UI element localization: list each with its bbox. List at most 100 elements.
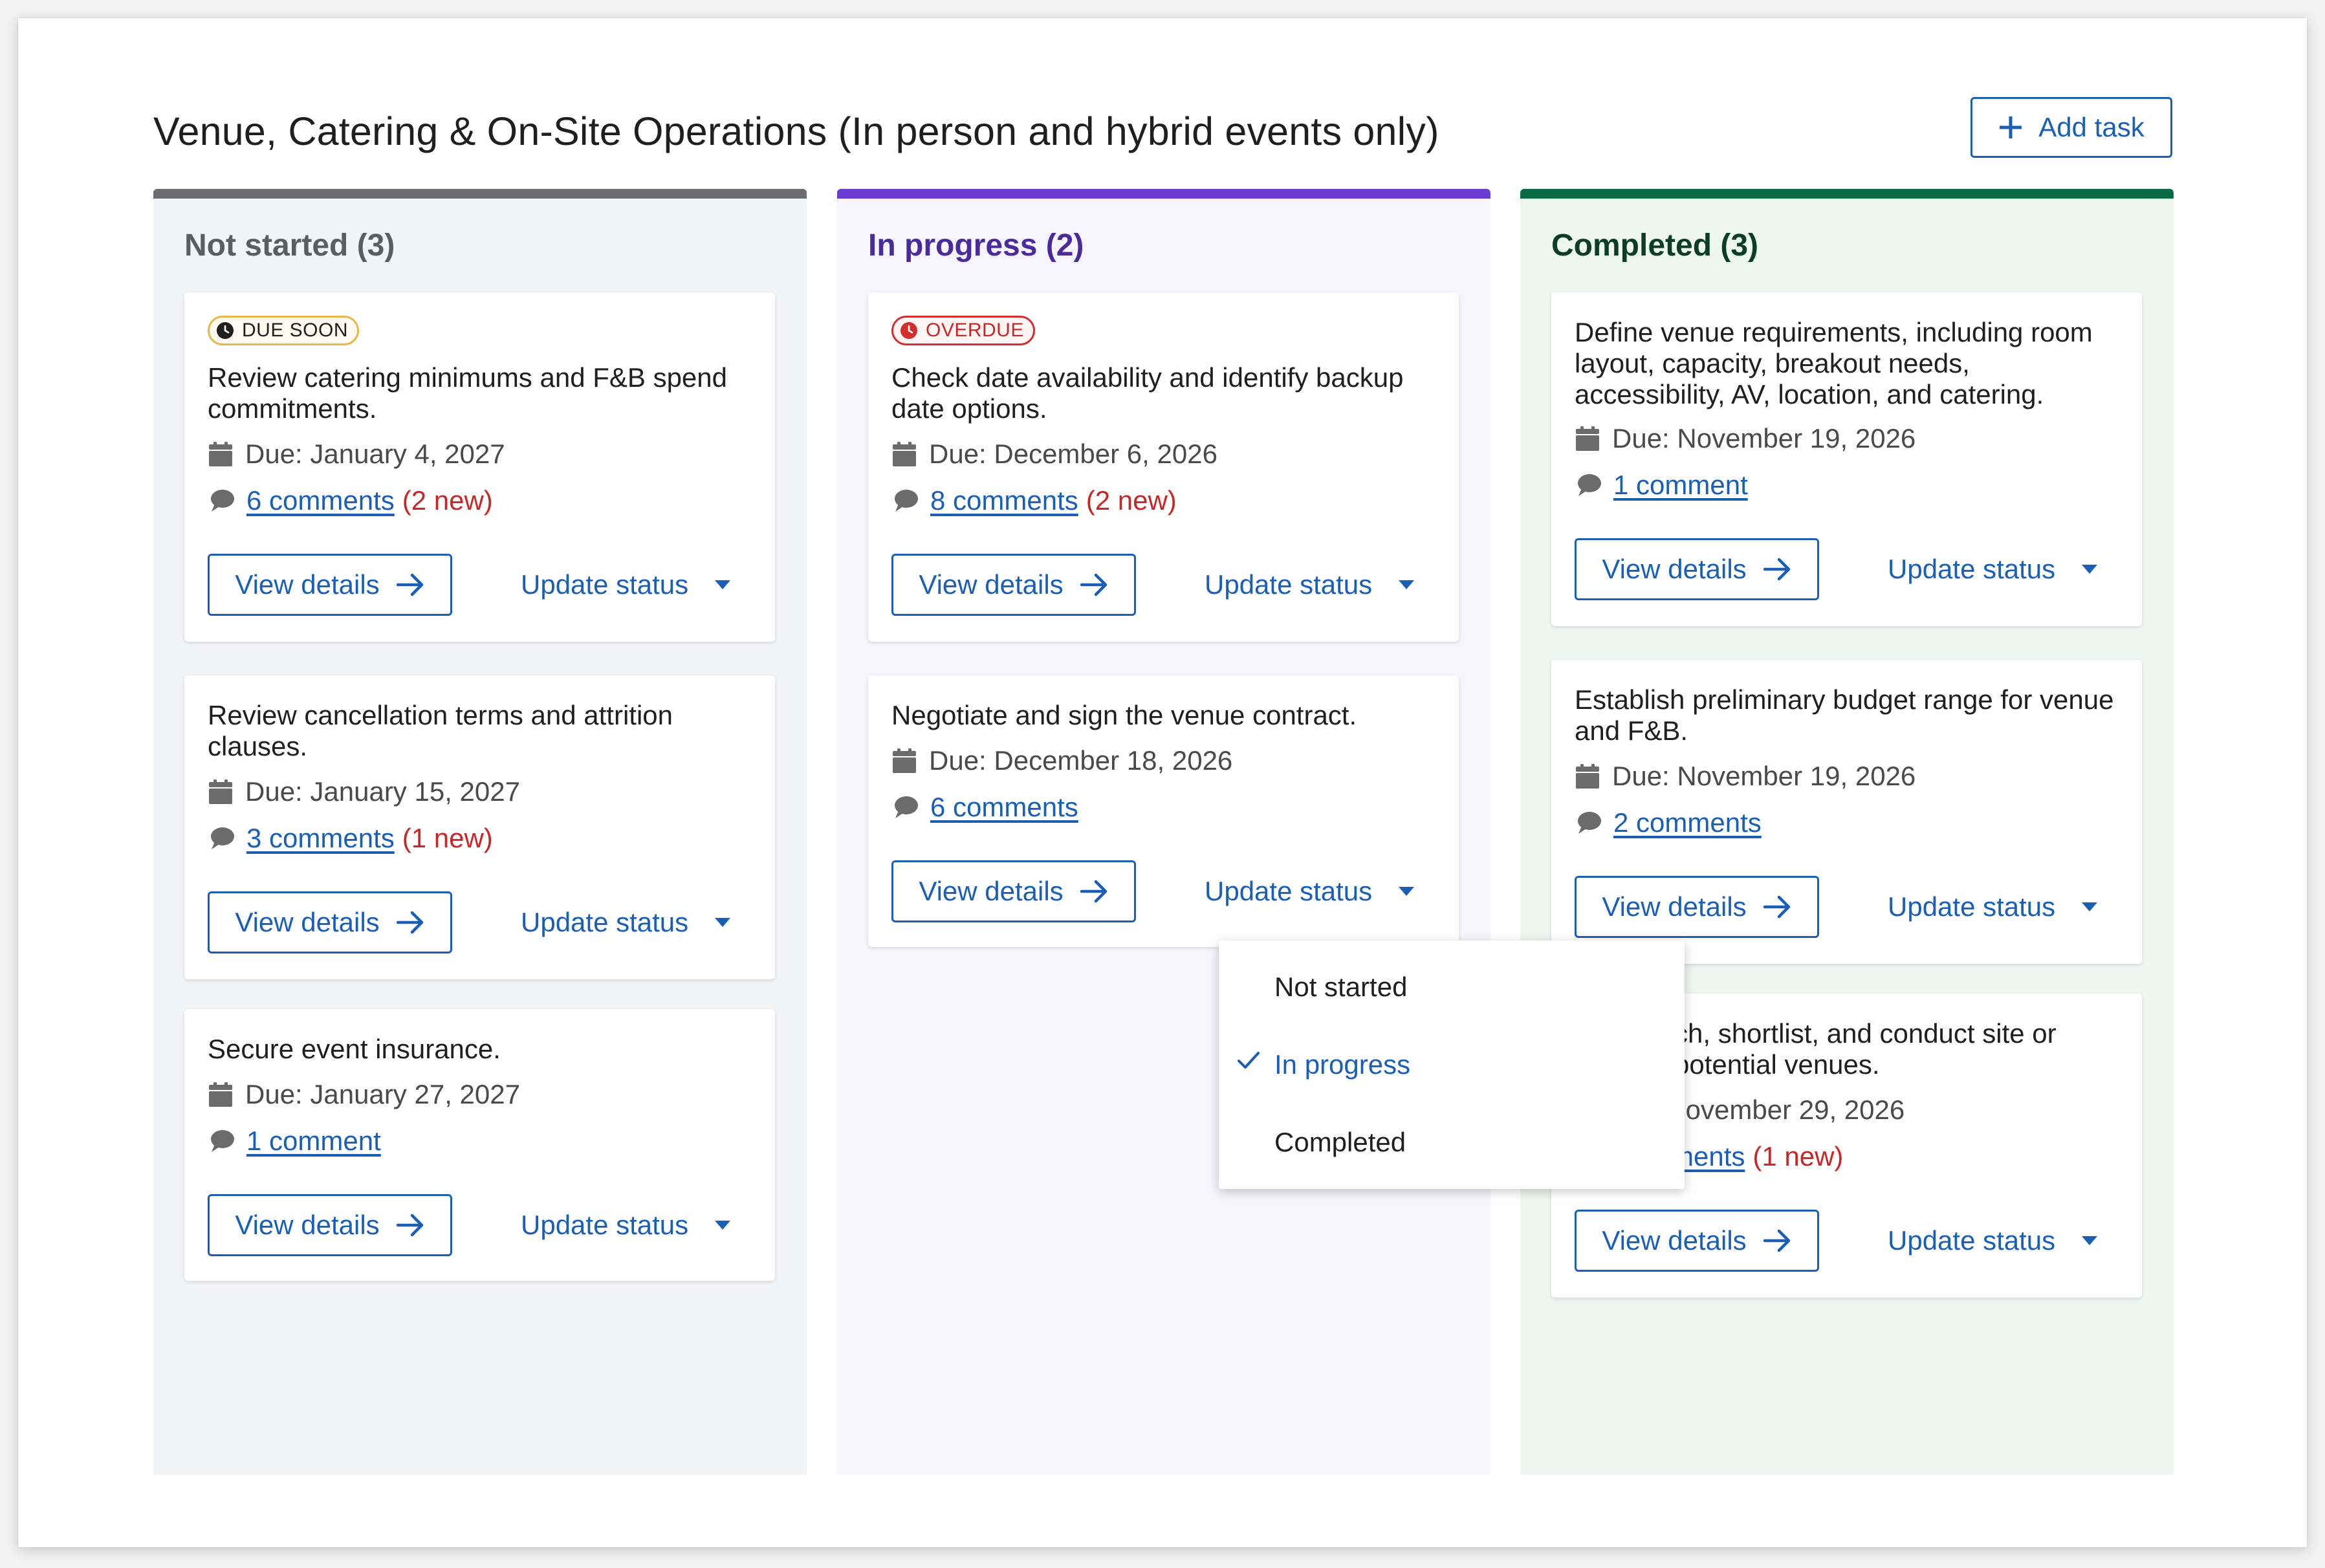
task-card: Negotiate and sign the venue contract. D… (868, 675, 1459, 947)
caret-down-icon (715, 580, 731, 589)
add-task-button[interactable]: Add task (1970, 97, 2172, 158)
view-details-button[interactable]: View details (1575, 538, 1819, 600)
status-option-in-progress[interactable]: In progress (1274, 1049, 1410, 1080)
view-details-label: View details (1602, 554, 1747, 584)
comments-link[interactable]: 6 comments (930, 792, 1078, 823)
status-option-not-started[interactable]: Not started (1274, 972, 1407, 1003)
update-status-label: Update status (521, 569, 689, 600)
view-details-button[interactable]: View details (891, 554, 1136, 616)
due-text: Due: January 4, 2027 (245, 439, 505, 469)
page-title: Venue, Catering & On-Site Operations (In… (153, 109, 1439, 153)
view-details-button[interactable]: View details (1575, 876, 1819, 938)
update-status-dropdown[interactable]: Update status (1205, 860, 1415, 922)
update-status-dropdown[interactable]: Update status (521, 891, 731, 953)
column-title: Not started (3) (184, 228, 395, 263)
caret-down-icon (2082, 902, 2098, 911)
new-comments-count: (1 new) (1752, 1141, 1844, 1171)
comments-link[interactable]: 3 comments (246, 823, 395, 854)
update-status-dropdown[interactable]: Update status (1888, 1210, 2098, 1272)
update-status-label: Update status (1888, 1225, 2056, 1256)
view-details-label: View details (1602, 1225, 1747, 1256)
due-text: Due: December 6, 2026 (929, 439, 1217, 469)
clock-icon (217, 322, 234, 339)
column-completed: Completed (3) Define venue requirements,… (1520, 189, 2174, 1475)
due-date: Due: January 4, 2027 (208, 439, 505, 470)
due-text: Due: January 15, 2027 (245, 776, 520, 807)
update-status-dropdown[interactable]: Update status (521, 1194, 731, 1256)
calendar-icon (209, 779, 232, 804)
comments-row: 8 comments (2 new) (891, 485, 1177, 516)
caret-down-icon (2082, 1236, 2098, 1245)
badge-label: OVERDUE (926, 320, 1024, 341)
view-details-button[interactable]: View details (208, 554, 452, 616)
caret-down-icon (1399, 887, 1415, 896)
comments-link[interactable]: 6 comments (246, 485, 395, 516)
arrow-right-icon (396, 911, 423, 934)
plus-icon (2000, 116, 2022, 138)
view-details-label: View details (1602, 891, 1747, 922)
caret-down-icon (1399, 580, 1415, 589)
update-status-dropdown[interactable]: Update status (521, 554, 731, 616)
comment-icon (895, 490, 918, 512)
view-details-button[interactable]: View details (1575, 1210, 1819, 1272)
view-details-button[interactable]: View details (891, 860, 1136, 922)
task-card: DUE SOON Review catering minimums and F&… (184, 292, 775, 642)
due-text: : November 29, 2026 (1651, 1094, 1905, 1125)
due-date: Due: December 18, 2026 (891, 745, 1232, 776)
view-details-label: View details (919, 569, 1064, 600)
calendar-icon (1576, 764, 1599, 789)
task-card: Review cancellation terms and attrition … (184, 675, 775, 979)
comments-link[interactable]: 1 comment (246, 1126, 381, 1157)
update-status-dropdown[interactable]: Update status (1888, 876, 2098, 938)
comments-row: 2 comments (1575, 807, 1762, 838)
comments-row: 1 comment (208, 1126, 381, 1157)
arrow-right-icon (1763, 558, 1790, 581)
comments-link[interactable]: 2 comments (1613, 807, 1762, 838)
task-card: Establish preliminary budget range for v… (1551, 660, 2142, 964)
comments-row: 6 comments (891, 792, 1078, 823)
arrow-right-icon (1763, 1229, 1790, 1252)
update-status-label: Update status (1888, 554, 2056, 584)
due-date: Due: January 27, 2027 (208, 1079, 520, 1110)
task-title: Secure event insurance. (208, 1034, 501, 1064)
task-title: ch, shortlist, and conduct site or poten… (1674, 1018, 2057, 1080)
view-details-button[interactable]: View details (208, 891, 452, 953)
caret-down-icon (715, 1221, 731, 1230)
column-accent-bar (153, 189, 807, 199)
comment-icon (211, 827, 234, 849)
due-text: Due: November 19, 2026 (1612, 761, 1916, 791)
status-menu: Not started In progress Completed (1219, 941, 1685, 1189)
arrow-right-icon (396, 1214, 423, 1237)
update-status-dropdown[interactable]: Update status (1888, 538, 2098, 600)
comments-row: 6 comments (2 new) (208, 485, 493, 516)
calendar-icon (209, 1082, 232, 1107)
comments-row: 1 comment (1575, 470, 1748, 501)
due-date: Due: January 15, 2027 (208, 776, 520, 807)
task-title: Check date availability and identify bac… (891, 362, 1404, 424)
update-status-dropdown[interactable]: Update status (1205, 554, 1415, 616)
due-soon-badge: DUE SOON (208, 316, 360, 345)
view-details-label: View details (235, 569, 380, 600)
view-details-label: View details (235, 907, 380, 937)
update-status-label: Update status (1205, 569, 1373, 600)
update-status-label: Update status (521, 907, 689, 937)
comment-icon (895, 796, 918, 818)
status-option-completed[interactable]: Completed (1274, 1127, 1406, 1158)
task-title: Negotiate and sign the venue contract. (891, 700, 1357, 730)
calendar-icon (893, 442, 916, 466)
new-comments-count: (2 new) (402, 485, 493, 516)
view-details-label: View details (919, 876, 1064, 906)
column-in-progress: In progress (2) OVERDUE Check date avail… (837, 189, 1490, 1475)
due-date: Due: December 6, 2026 (891, 439, 1217, 470)
comment-icon (1578, 474, 1601, 496)
comments-link[interactable]: 1 comment (1613, 470, 1748, 501)
task-card: OVERDUE Check date availability and iden… (868, 292, 1459, 642)
comment-icon (211, 1130, 234, 1152)
comments-link[interactable]: 8 comments (930, 485, 1078, 516)
comments-row: 3 comments (1 new) (208, 823, 493, 854)
calendar-icon (209, 442, 232, 466)
arrow-right-icon (396, 573, 423, 596)
task-card: Define venue requirements, including roo… (1551, 292, 2142, 626)
badge-label: DUE SOON (242, 320, 349, 341)
view-details-button[interactable]: View details (208, 1194, 452, 1256)
